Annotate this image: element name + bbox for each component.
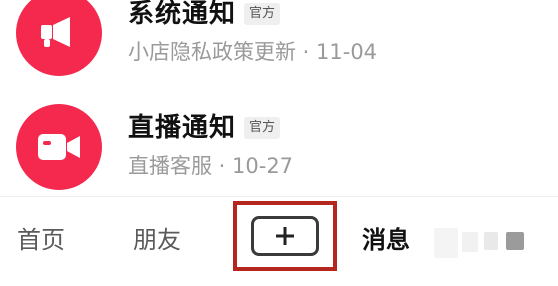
official-badge: 官方: [244, 117, 281, 139]
video-camera-icon: [38, 134, 80, 160]
add-button[interactable]: [251, 216, 319, 256]
tab-messages[interactable]: 消息: [362, 222, 410, 258]
megaphone-icon: [41, 17, 70, 47]
title-row: 系统通知 官方: [128, 0, 281, 32]
screen: 系统通知 官方 小店隐私政策更新 · 11-04 直播通知 官方 直播客服 · …: [0, 0, 558, 286]
blurred-area: [462, 232, 478, 252]
blurred-area: [484, 232, 498, 250]
list-item-live-notice[interactable]: 直播通知 官方 直播客服 · 10-27: [0, 98, 558, 194]
avatar: [16, 104, 102, 190]
message-title: 直播通知: [128, 113, 237, 143]
tab-home[interactable]: 首页: [17, 222, 65, 258]
official-badge: 官方: [244, 3, 281, 25]
tabbar-divider: [0, 196, 558, 197]
list-item-system-notice[interactable]: 系统通知 官方 小店隐私政策更新 · 11-04: [0, 0, 558, 80]
blurred-area: [506, 232, 524, 250]
message-title: 系统通知: [128, 0, 237, 29]
message-subtitle: 小店隐私政策更新 · 11-04: [128, 40, 378, 64]
blurred-area: [434, 228, 458, 258]
tab-friends[interactable]: 朋友: [133, 222, 181, 258]
message-subtitle: 直播客服 · 10-27: [128, 154, 294, 178]
title-row: 直播通知 官方: [128, 110, 281, 146]
plus-icon: [276, 227, 294, 245]
avatar: [16, 0, 102, 76]
